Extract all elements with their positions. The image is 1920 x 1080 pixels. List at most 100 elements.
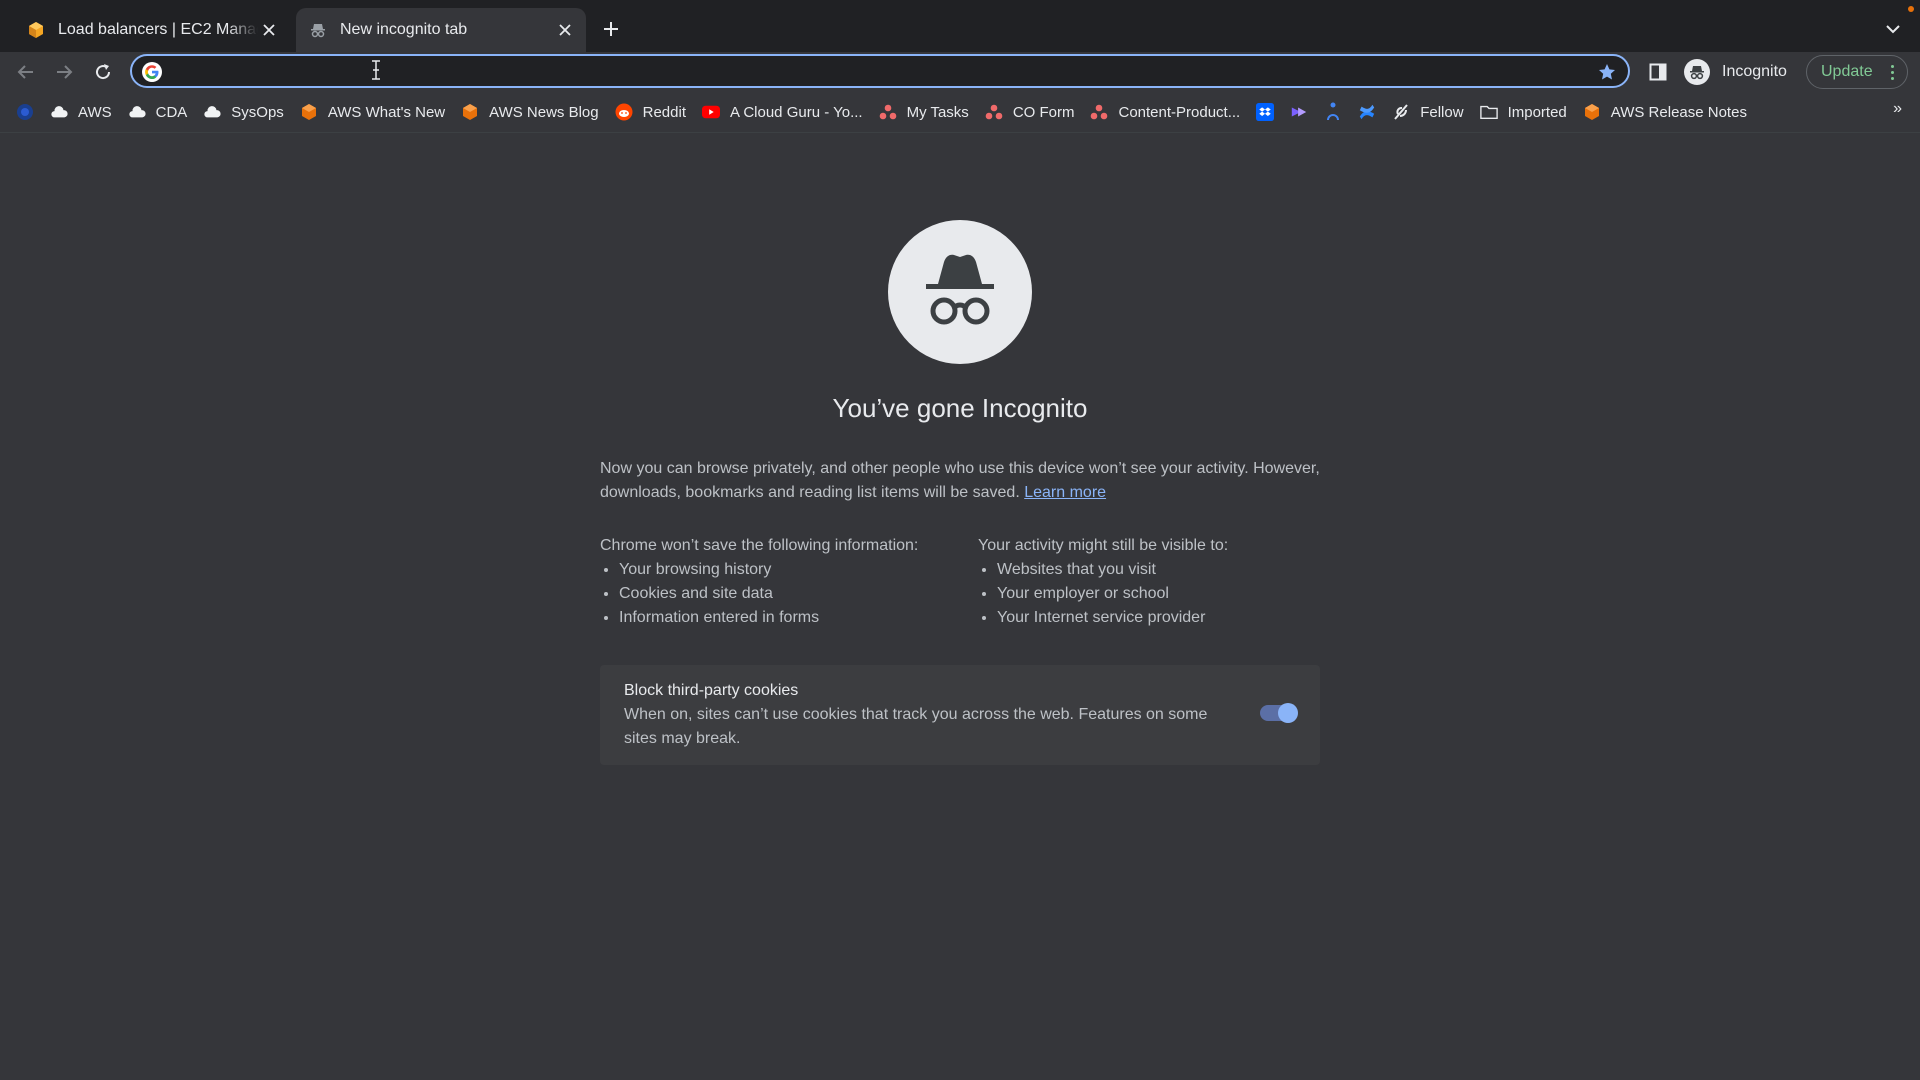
list-item: Cookies and site data bbox=[619, 582, 960, 606]
bookmark-label: AWS What's New bbox=[327, 103, 446, 121]
bookmark-label: Reddit bbox=[642, 103, 686, 121]
bookmark-label: CDA bbox=[155, 103, 188, 121]
asana-icon bbox=[1090, 103, 1108, 121]
incognito-icon bbox=[888, 220, 1032, 364]
tab-search-button[interactable] bbox=[1882, 18, 1904, 40]
bookmarks-overflow-button[interactable]: » bbox=[1893, 100, 1902, 118]
bookmark-label: AWS Release Notes bbox=[1610, 103, 1747, 121]
bookmark-item-sysops[interactable]: SysOps bbox=[195, 98, 292, 126]
list-item: Websites that you visit bbox=[997, 558, 1338, 582]
tab-load-balancers[interactable]: Load balancers | EC2 Management Console bbox=[14, 8, 290, 52]
text-cursor-icon bbox=[370, 60, 382, 80]
not-saved-column: Chrome won’t save the following informat… bbox=[600, 534, 960, 630]
folder-icon bbox=[1479, 103, 1498, 121]
toggle-knob bbox=[1278, 703, 1298, 723]
bookmark-item-confluence[interactable] bbox=[1350, 98, 1384, 126]
aws-cube-icon bbox=[300, 103, 318, 121]
google-icon bbox=[142, 62, 162, 82]
dropbox-icon bbox=[1256, 103, 1275, 121]
cloud-icon bbox=[203, 103, 221, 121]
bookmark-item-aws-whats-new[interactable]: AWS What's New bbox=[292, 98, 453, 126]
list-item: Your browsing history bbox=[619, 558, 960, 582]
incognito-ntp: You’ve gone Incognito Now you can browse… bbox=[0, 133, 1920, 1080]
forward-button[interactable] bbox=[50, 58, 78, 86]
toolbar: Incognito Update bbox=[0, 52, 1920, 92]
third-party-cookies-card: Block third-party cookies When on, sites… bbox=[600, 665, 1320, 765]
bookmark-label: Imported bbox=[1507, 103, 1567, 121]
close-icon[interactable] bbox=[554, 19, 576, 41]
asana-icon bbox=[879, 103, 897, 121]
bookmark-item-aws[interactable]: AWS bbox=[42, 98, 120, 126]
bookmark-item-co-form[interactable]: CO Form bbox=[977, 98, 1083, 126]
cookie-card-title: Block third-party cookies bbox=[624, 682, 799, 699]
profile-label: Incognito bbox=[1722, 63, 1787, 80]
aws-cube-icon bbox=[461, 103, 479, 121]
tab-title: Load balancers | EC2 Management Console bbox=[58, 21, 258, 38]
bookmark-label: A Cloud Guru - Yo... bbox=[729, 103, 863, 121]
confluence-icon bbox=[1358, 103, 1376, 121]
blue-person-icon bbox=[1324, 102, 1342, 121]
asana-icon bbox=[985, 103, 1003, 121]
incognito-profile-chip[interactable]: Incognito bbox=[1680, 56, 1798, 88]
plus-icon bbox=[604, 22, 618, 36]
bookmark-item-reddit[interactable]: Reddit bbox=[607, 98, 694, 126]
aws-cube-icon bbox=[26, 20, 46, 40]
incognito-icon bbox=[308, 20, 328, 40]
close-icon[interactable] bbox=[258, 19, 280, 41]
bookmark-label: AWS News Blog bbox=[489, 103, 599, 121]
visible-column: Your activity might still be visible to:… bbox=[978, 534, 1338, 630]
bookmark-star-icon[interactable] bbox=[1596, 61, 1618, 83]
address-input[interactable] bbox=[172, 60, 1576, 84]
list-item: Your employer or school bbox=[997, 582, 1338, 606]
not-saved-title: Chrome won’t save the following informat… bbox=[600, 537, 919, 554]
notification-dot bbox=[1908, 6, 1914, 12]
visible-title: Your activity might still be visible to: bbox=[978, 537, 1229, 554]
bookmark-label: Fellow bbox=[1420, 103, 1464, 121]
block-cookies-toggle[interactable] bbox=[1260, 703, 1298, 723]
tab-title: New incognito tab bbox=[340, 21, 468, 38]
back-arrow-icon bbox=[17, 65, 33, 79]
bookmark-item-purple[interactable] bbox=[1282, 98, 1316, 126]
chevron-down-icon bbox=[1886, 25, 1900, 34]
reload-icon bbox=[96, 64, 111, 80]
youtube-icon bbox=[701, 103, 720, 121]
bookmark-label: CO Form bbox=[1012, 103, 1075, 121]
bookmark-item[interactable] bbox=[8, 98, 42, 126]
tab-strip: Load balancers | EC2 Management Console … bbox=[0, 0, 1920, 52]
bookmark-label: SysOps bbox=[231, 103, 284, 121]
bookmark-label: AWS bbox=[78, 103, 112, 121]
bookmark-label: My Tasks bbox=[906, 103, 969, 121]
bookmark-folder-imported[interactable]: Imported bbox=[1472, 98, 1575, 126]
blue-circle-icon bbox=[16, 103, 34, 121]
bookmark-item-aws-news-blog[interactable]: AWS News Blog bbox=[453, 98, 606, 126]
address-bar[interactable] bbox=[130, 54, 1630, 88]
side-panel-button[interactable] bbox=[1646, 60, 1670, 84]
intro-body: Now you can browse privately, and other … bbox=[600, 460, 1320, 501]
bookmark-item-dropbox[interactable] bbox=[1248, 98, 1282, 126]
incognito-icon bbox=[1684, 59, 1710, 85]
cloud-icon bbox=[50, 103, 68, 121]
bookmark-item-content-product[interactable]: Content-Product... bbox=[1082, 98, 1248, 126]
aws-cube-icon bbox=[1583, 103, 1601, 121]
bookmark-item-fellow[interactable]: Fellow bbox=[1384, 98, 1471, 126]
bookmark-item-a-cloud-guru[interactable]: A Cloud Guru - Yo... bbox=[694, 98, 871, 126]
learn-more-link[interactable]: Learn more bbox=[1024, 484, 1106, 501]
new-tab-button[interactable] bbox=[598, 16, 624, 42]
cookie-card-description: When on, sites can’t use cookies that tr… bbox=[624, 706, 1208, 747]
bookmark-item-cda[interactable]: CDA bbox=[120, 98, 196, 126]
back-button[interactable] bbox=[12, 58, 40, 86]
cloud-icon bbox=[128, 103, 146, 121]
update-button[interactable]: Update bbox=[1806, 55, 1908, 89]
bookmarks-bar: AWS CDA SysOps AWS What's New AWS News B… bbox=[0, 92, 1920, 133]
reddit-icon bbox=[615, 103, 633, 121]
page-title: You’ve gone Incognito bbox=[832, 393, 1088, 423]
reload-button[interactable] bbox=[89, 58, 117, 86]
more-vert-icon[interactable] bbox=[1885, 64, 1899, 80]
bookmark-item-my-tasks[interactable]: My Tasks bbox=[871, 98, 977, 126]
list-item: Information entered in forms bbox=[619, 606, 960, 630]
update-label: Update bbox=[1821, 63, 1873, 80]
bookmark-item-person[interactable] bbox=[1316, 98, 1350, 126]
list-item: Your Internet service provider bbox=[997, 606, 1338, 630]
tab-new-incognito[interactable]: New incognito tab bbox=[296, 8, 586, 52]
bookmark-item-aws-release-notes[interactable]: AWS Release Notes bbox=[1575, 98, 1755, 126]
